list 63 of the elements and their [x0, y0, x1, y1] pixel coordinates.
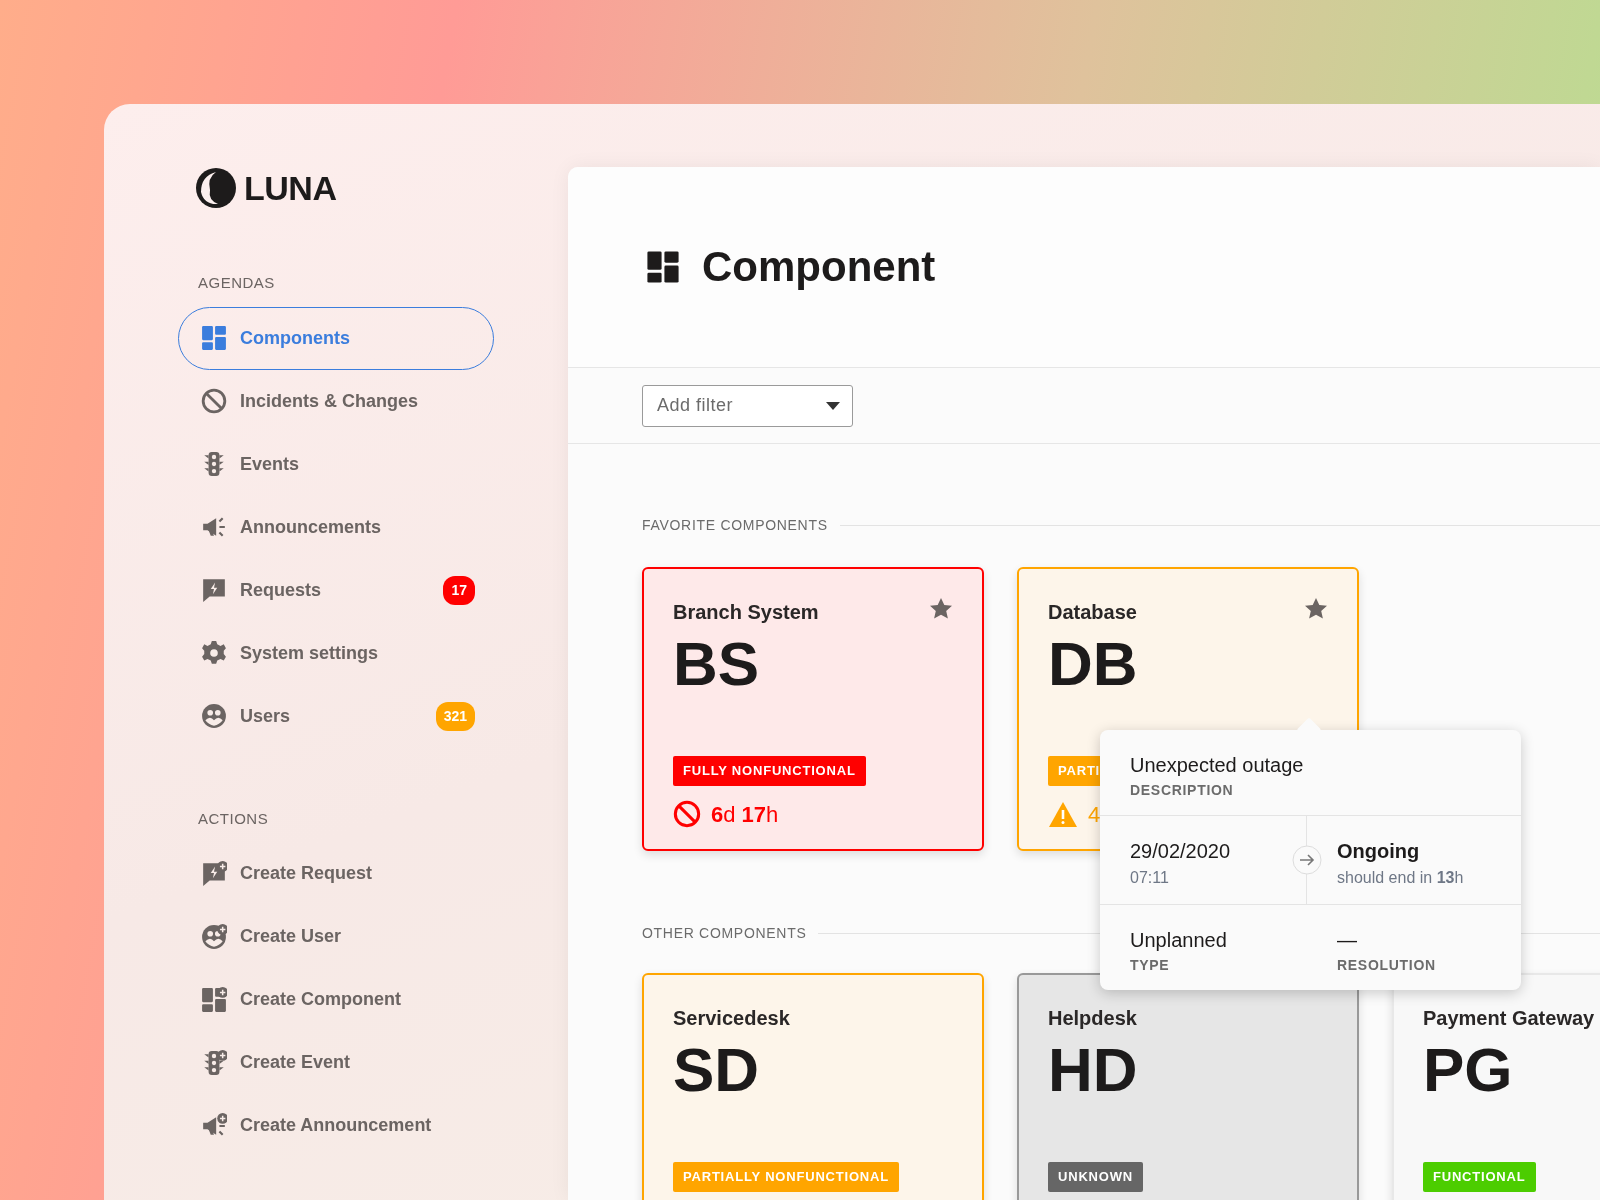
sidebar-item[interactable]: Create Component	[178, 968, 494, 1031]
component-name: Helpdesk	[1048, 1006, 1137, 1031]
sidebar-item[interactable]: Announcements	[178, 495, 494, 559]
prohibited-icon	[201, 388, 227, 414]
count-badge: 321	[435, 701, 475, 731]
sidebar-item[interactable]: System settings	[178, 621, 494, 685]
component-name: Servicedesk	[673, 1006, 790, 1031]
section-label: AGENDAS	[198, 273, 276, 293]
outage-description: Unexpected outage	[1130, 753, 1305, 778]
field-label: TYPE	[1130, 956, 1171, 975]
prohibited-icon	[673, 800, 701, 828]
field-label: RESOLUTION	[1337, 956, 1437, 975]
status-label: FUNCTIONAL	[1423, 1162, 1536, 1192]
brand-name: LUNA	[244, 167, 337, 209]
component-code: PG	[1423, 1039, 1514, 1101]
caret-icon	[826, 401, 840, 410]
outage-duration: 4	[1088, 800, 1101, 829]
end-estimate: should end in 13h	[1337, 868, 1465, 888]
component-card[interactable]: Servicedesk SD PARTIALLY NONFUNCTIONAL	[642, 973, 984, 1200]
outage-duration: 6d 17h	[711, 800, 779, 829]
field-label: DESCRIPTION	[1130, 781, 1235, 800]
grid-plus-icon	[201, 986, 227, 1013]
component-card[interactable]: Branch System BS FULLY NONFUNCTIONAL 6d 17h	[642, 567, 984, 851]
count-badge: 17	[443, 575, 475, 605]
component-code: DB	[1048, 633, 1139, 695]
sidebar-item[interactable]: Create Event	[178, 1031, 494, 1094]
sidebar-item[interactable]: Events	[178, 432, 494, 496]
filter-dropdown[interactable]: Add filter	[642, 384, 853, 427]
section-label: ACTIONS	[198, 808, 270, 829]
users-icon	[201, 703, 227, 729]
traffic-light-plus-icon	[201, 1049, 227, 1076]
component-name: Database	[1048, 600, 1137, 625]
settings-icon	[201, 640, 227, 666]
component-name: Branch System	[673, 600, 819, 625]
group-label: FAVORITE COMPONENTS	[642, 515, 828, 535]
type-value: Unplanned	[1130, 928, 1228, 953]
component-code: SD	[673, 1039, 761, 1101]
sidebar-item[interactable]: Create Announcement	[178, 1094, 494, 1157]
start-time: 07:11	[1130, 868, 1170, 888]
sidebar-item[interactable]: Create User	[178, 905, 494, 968]
component-card[interactable]: Payment Gateway PG FUNCTIONAL	[1392, 973, 1600, 1200]
sidebar-item[interactable]: Incidents & Changes	[178, 369, 494, 433]
component-code: BS	[673, 633, 761, 695]
group-label: OTHER COMPONENTS	[642, 923, 807, 943]
sidebar-item[interactable]: Users 321	[178, 684, 494, 748]
chat-bubble-icon	[201, 577, 227, 603]
grid-icon	[646, 250, 680, 284]
resolution-value: —	[1337, 928, 1358, 953]
status-label: FULLY NONFUNCTIONAL	[673, 756, 866, 786]
users-plus-icon	[201, 923, 227, 950]
component-card[interactable]: Helpdesk HD UNKNOWN	[1017, 973, 1359, 1200]
warning-icon	[1048, 800, 1078, 828]
moon-logo-icon	[194, 166, 238, 210]
sidebar-item[interactable]: Create Request	[178, 842, 494, 905]
page-title: Component	[702, 241, 936, 292]
status-label: UNKNOWN	[1048, 1162, 1143, 1192]
grid-icon	[201, 325, 227, 351]
status-label: PARTIALLY NONFUNCTIONAL	[673, 1162, 899, 1192]
chat-bubble-plus-icon	[201, 860, 227, 887]
component-name: Payment Gateway	[1423, 1006, 1595, 1031]
sidebar-item[interactable]: Requests 17	[178, 558, 494, 622]
traffic-light-icon	[201, 451, 227, 477]
component-code: HD	[1048, 1039, 1139, 1101]
